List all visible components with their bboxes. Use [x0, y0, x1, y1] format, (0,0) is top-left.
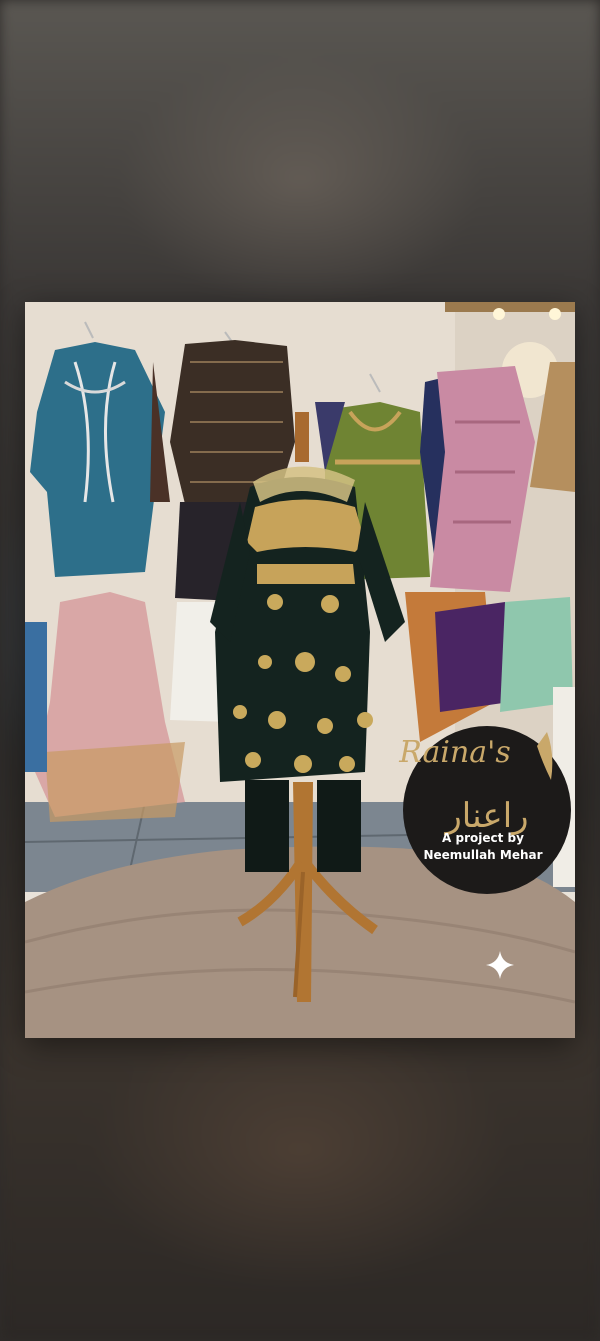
- logo-tagline-1: A project by: [442, 831, 524, 845]
- product-photo[interactable]: Raina's راعنار A project by Neemullah Me…: [25, 302, 575, 1038]
- logo-brand-en: Raina's: [398, 735, 511, 770]
- logo-brand-ur: راعنار: [443, 796, 528, 836]
- logo-tagline-2: Neemullah Mehar: [423, 848, 542, 862]
- sparkle-icon: [486, 951, 514, 979]
